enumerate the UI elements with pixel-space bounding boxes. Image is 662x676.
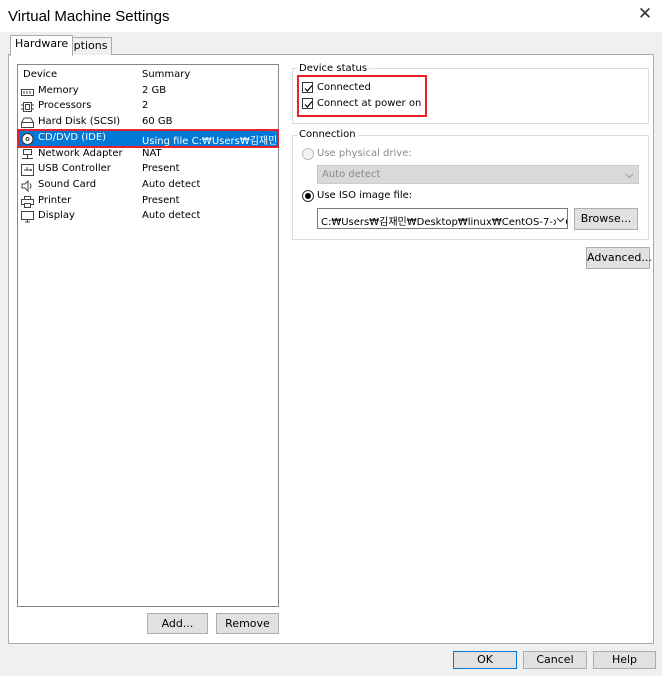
device-summary: NAT (142, 148, 162, 159)
connect-at-power-on-checkbox[interactable] (302, 98, 313, 109)
connect-at-power-on-label[interactable]: Connect at power on (317, 98, 421, 109)
use-physical-drive-label[interactable]: Use physical drive: (317, 148, 412, 159)
device-summary: 60 GB (142, 116, 173, 127)
memory-icon (21, 86, 34, 98)
close-icon[interactable]: ✕ (636, 5, 654, 23)
device-name: USB Controller (38, 163, 111, 174)
cd-dvd-highlight-box (17, 129, 279, 148)
device-row-printer[interactable]: Printer Present (18, 194, 278, 210)
hard-disk-icon (21, 117, 34, 129)
device-row-network-adapter[interactable]: Network Adapter NAT (18, 147, 278, 163)
use-iso-image-label[interactable]: Use ISO image file: (317, 190, 412, 201)
checkmark-icon (304, 85, 313, 92)
tab-hardware[interactable]: Hardware (10, 35, 74, 56)
add-button[interactable]: Add... (147, 613, 208, 634)
device-summary: Present (142, 163, 180, 174)
processor-icon (21, 101, 34, 113)
device-name: Display (38, 210, 75, 221)
cancel-button[interactable]: Cancel (523, 651, 587, 669)
usb-controller-icon (21, 164, 34, 176)
device-row-sound-card[interactable]: Sound Card Auto detect (18, 178, 278, 194)
help-button[interactable]: Help (593, 651, 656, 669)
device-status-label: Device status (297, 63, 370, 74)
radio-dot-icon (305, 193, 311, 199)
checkmark-icon (304, 101, 313, 108)
window-title: Virtual Machine Settings (8, 8, 170, 25)
device-row-processors[interactable]: Processors 2 (18, 99, 278, 115)
device-name: Memory (38, 85, 79, 96)
physical-drive-value: Auto detect (322, 169, 381, 180)
connection-label: Connection (297, 129, 358, 140)
printer-icon (21, 196, 34, 208)
summary-column-header[interactable]: Summary (142, 69, 190, 80)
use-physical-drive-radio[interactable] (302, 148, 314, 160)
use-iso-image-radio[interactable] (302, 190, 314, 202)
device-summary: 2 (142, 100, 149, 111)
remove-button[interactable]: Remove (216, 613, 279, 634)
display-icon (21, 211, 34, 223)
chevron-down-icon (625, 170, 634, 183)
device-row-memory[interactable]: Memory 2 GB (18, 84, 278, 100)
connected-checkbox[interactable] (302, 82, 313, 93)
device-name: Processors (38, 100, 92, 111)
advanced-button[interactable]: Advanced... (586, 247, 652, 269)
iso-path-combobox[interactable]: C:₩Users₩김재민₩Desktop₩linux₩CentOS-7-x86_ (317, 208, 568, 229)
device-summary: Auto detect (142, 179, 201, 190)
device-name: Printer (38, 195, 72, 206)
network-adapter-icon (21, 149, 34, 161)
ok-button[interactable]: OK (453, 651, 517, 669)
chevron-down-icon[interactable] (556, 214, 565, 227)
browse-button[interactable]: Browse... (574, 208, 638, 230)
iso-path-value: C:₩Users₩김재민₩Desktop₩linux₩CentOS-7-x86_ (321, 217, 568, 228)
speaker-icon (21, 179, 34, 193)
device-summary: 2 GB (142, 85, 167, 96)
connected-label[interactable]: Connected (317, 82, 371, 93)
physical-drive-select[interactable]: Auto detect (317, 165, 639, 184)
device-row-display[interactable]: Display Auto detect (18, 209, 278, 225)
device-name: Sound Card (38, 179, 97, 190)
device-row-usb-controller[interactable]: USB Controller Present (18, 162, 278, 178)
device-column-header[interactable]: Device (23, 69, 57, 80)
device-name: Network Adapter (38, 148, 123, 159)
device-summary: Auto detect (142, 210, 201, 221)
device-summary: Present (142, 195, 180, 206)
device-name: Hard Disk (SCSI) (38, 116, 121, 127)
